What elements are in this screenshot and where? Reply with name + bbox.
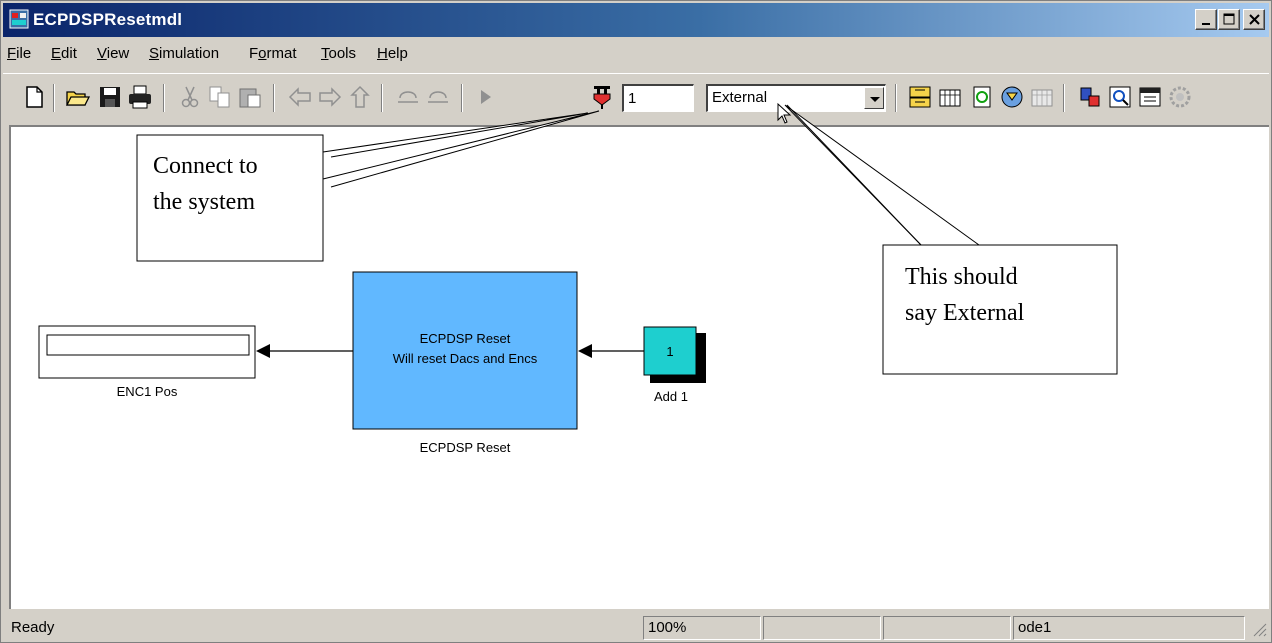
display-readout <box>46 334 250 356</box>
status-bar: Ready 100% ode1 <box>3 613 1269 642</box>
callout-connect-line2: the system <box>153 189 255 215</box>
diagram-overlay: ENC1 Pos ECPDSP Reset Will reset Dacs an… <box>38 102 1118 455</box>
status-solver: ode1 <box>1013 616 1245 640</box>
reset-block-name: ECPDSP Reset <box>420 440 511 455</box>
callout-external-line1: This should <box>905 264 1018 290</box>
status-cell-empty-1 <box>763 616 881 640</box>
status-ready-text: Ready <box>11 619 55 636</box>
constant-block-name: Add 1 <box>654 389 688 404</box>
reset-block-text-line1: ECPDSP Reset <box>420 331 511 346</box>
status-cell-empty-2 <box>883 616 1011 640</box>
constant-block-value: 1 <box>666 344 673 359</box>
resize-grip-icon[interactable] <box>1251 621 1267 639</box>
arrowhead-reset-input <box>578 344 592 358</box>
arrowhead-display-input <box>256 344 270 358</box>
reset-block-text-line2: Will reset Dacs and Encs <box>393 351 538 366</box>
callout-external-line2: say External <box>905 300 1025 326</box>
status-zoom: 100% <box>643 616 761 640</box>
display-block-name: ENC1 Pos <box>117 384 178 399</box>
callout-external-pointer <box>784 104 980 246</box>
simulink-model-window: ECPDSPResetmdl File Edit View Simulation… <box>0 0 1272 643</box>
callout-connect-line1: Connect to <box>153 153 258 179</box>
callout-external-pointer-edge <box>786 104 922 246</box>
